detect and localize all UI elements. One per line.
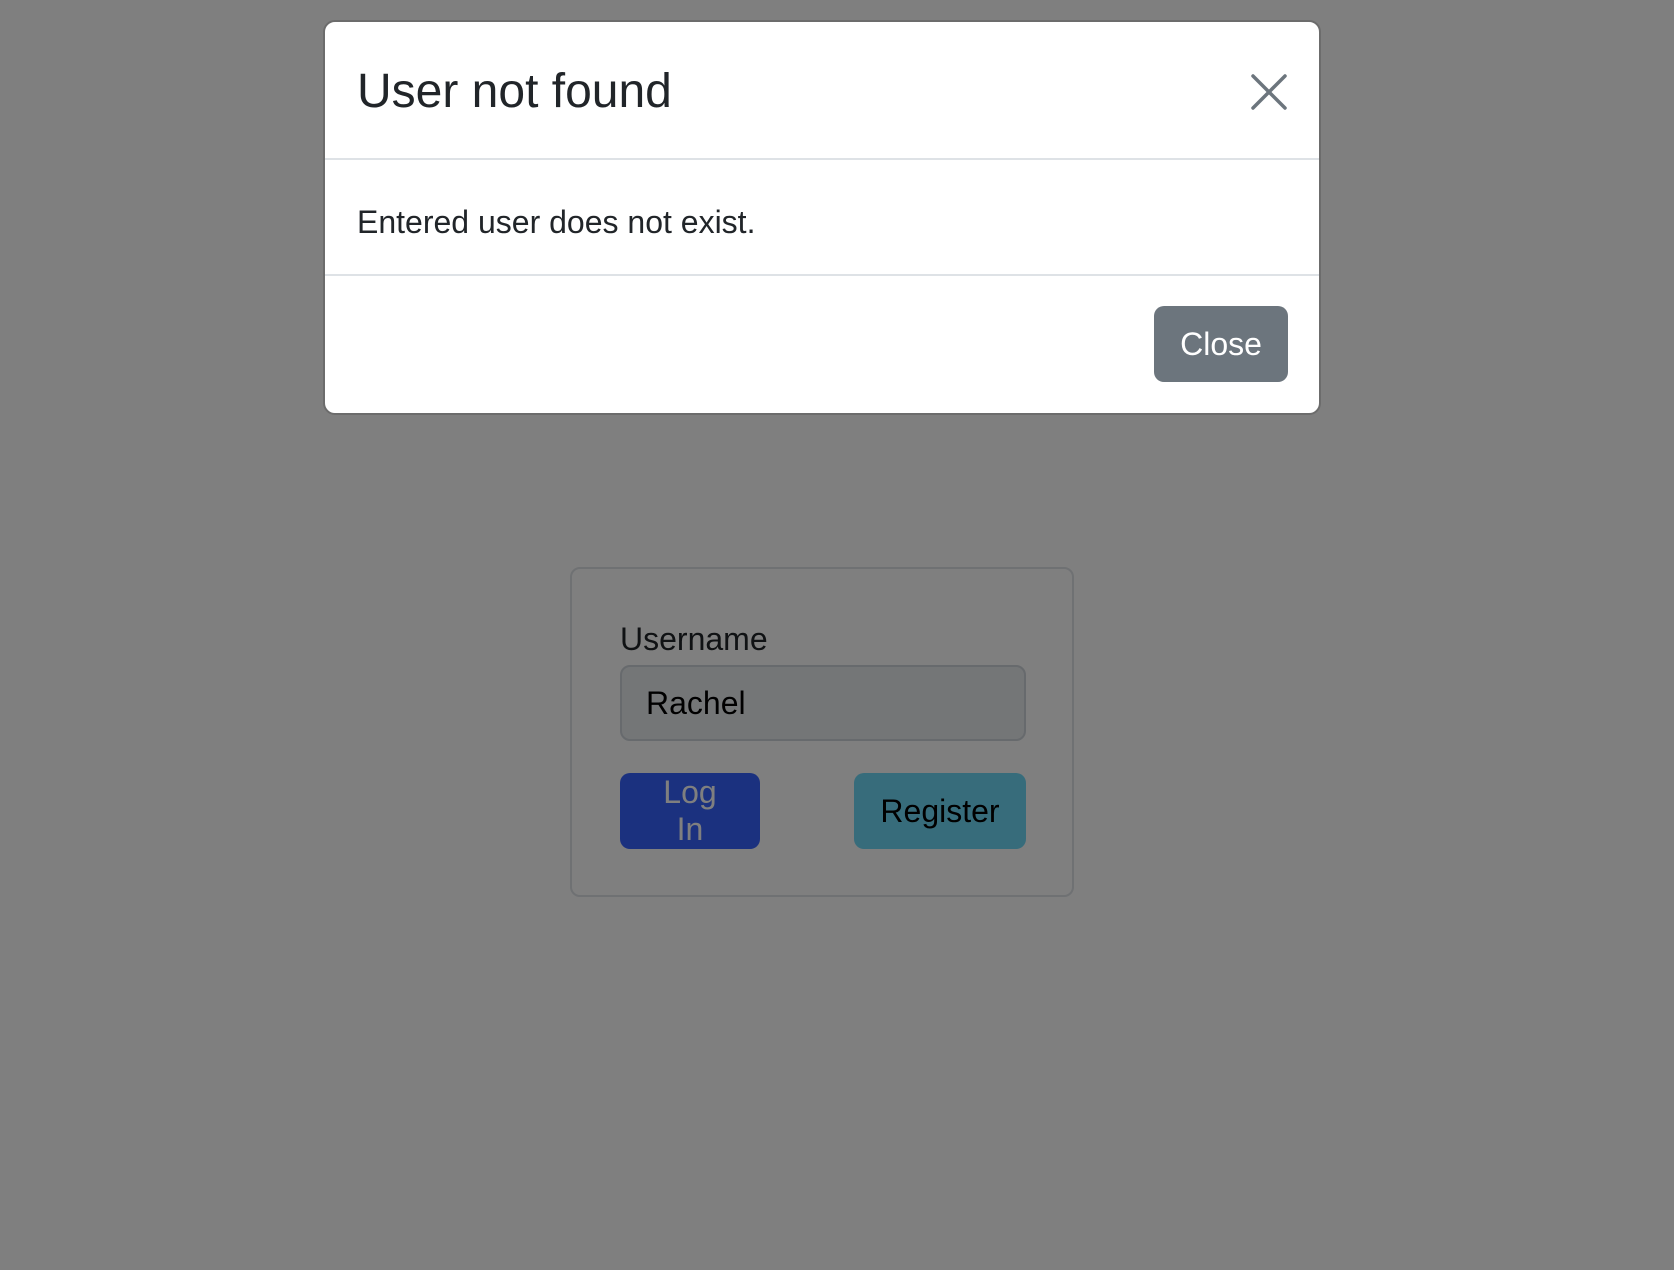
modal-message: Entered user does not exist. xyxy=(357,204,756,240)
modal-title: User not found xyxy=(357,65,672,118)
modal-body: Entered user does not exist. xyxy=(325,160,1319,276)
close-icon[interactable] xyxy=(1249,72,1289,112)
user-not-found-modal: User not found Entered user does not exi… xyxy=(323,20,1321,415)
modal-header: User not found xyxy=(325,22,1319,160)
close-button[interactable]: Close xyxy=(1154,306,1288,382)
modal-footer: Close xyxy=(325,276,1319,413)
